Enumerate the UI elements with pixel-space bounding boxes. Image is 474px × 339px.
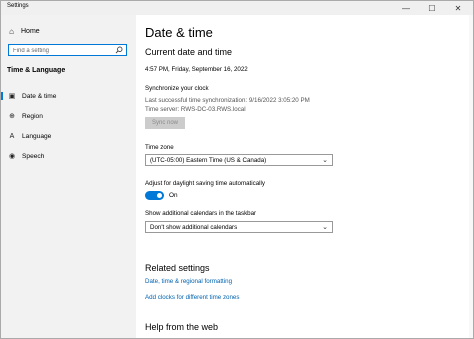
search-input[interactable] xyxy=(13,46,113,55)
title-bar[interactable]: Settings — ☐ ✕ xyxy=(1,1,473,15)
last-sync-text: Last successful time synchronization: 9/… xyxy=(145,97,310,104)
search-icon[interactable] xyxy=(115,46,123,54)
sidebar-item-language[interactable]: A Language xyxy=(1,129,136,143)
daylight-toggle-state: On xyxy=(169,192,178,199)
time-zone-label: Time zone xyxy=(145,144,174,151)
main-content: Date & time Current date and time 4:57 P… xyxy=(136,15,473,338)
sync-heading: Synchronize your clock xyxy=(145,85,209,92)
sidebar-item-date-time[interactable]: ▣ Date & time xyxy=(1,89,136,103)
calendars-label: Show additional calendars in the taskbar xyxy=(145,210,257,217)
related-settings-heading: Related settings xyxy=(145,263,210,273)
current-datetime: 4:57 PM, Friday, September 16, 2022 xyxy=(145,66,248,73)
minimize-icon: — xyxy=(402,3,410,13)
time-server-text: Time server: RWS-DC-03.RWS.local xyxy=(145,106,246,113)
chevron-down-icon: ⌄ xyxy=(322,157,328,164)
language-icon: A xyxy=(9,132,15,140)
minimize-button[interactable]: — xyxy=(393,1,419,15)
help-heading: Help from the web xyxy=(145,322,219,332)
add-clocks-link[interactable]: Add clocks for different time zones xyxy=(145,294,239,301)
calendars-value: Don't show additional calendars xyxy=(150,223,238,231)
calendars-dropdown[interactable]: Don't show additional calendars ⌄ xyxy=(145,221,333,233)
settings-window: Settings — ☐ ✕ ⌂ Home Time & Language ▣ … xyxy=(0,0,474,339)
search-box[interactable] xyxy=(8,44,127,56)
chevron-down-icon: ⌄ xyxy=(322,224,328,231)
toggle-knob xyxy=(157,193,162,198)
home-label: Home xyxy=(21,28,40,35)
sidebar-item-label: Date & time xyxy=(22,92,57,100)
sidebar-item-label: Region xyxy=(22,112,43,120)
close-icon: ✕ xyxy=(454,3,462,13)
sync-now-button[interactable]: Sync now xyxy=(145,117,185,129)
sidebar: ⌂ Home Time & Language ▣ Date & time ⊕ R… xyxy=(1,15,136,338)
globe-icon: ⊕ xyxy=(9,113,15,120)
section-title: Time & Language xyxy=(7,67,66,74)
window-title: Settings xyxy=(7,3,29,9)
home-nav-item[interactable]: ⌂ Home xyxy=(7,27,40,36)
sidebar-item-region[interactable]: ⊕ Region xyxy=(1,109,136,123)
microphone-icon: ◉ xyxy=(8,153,16,160)
close-button[interactable]: ✕ xyxy=(445,1,471,15)
scrollbar[interactable] xyxy=(469,15,473,338)
sidebar-item-label: Speech xyxy=(22,152,45,160)
maximize-icon: ☐ xyxy=(428,3,436,13)
maximize-button[interactable]: ☐ xyxy=(419,1,445,15)
daylight-label: Adjust for daylight saving time automati… xyxy=(145,180,266,187)
date-time-formatting-link[interactable]: Date, time & regional formatting xyxy=(145,278,232,285)
daylight-toggle[interactable] xyxy=(145,191,164,200)
time-zone-value: (UTC-05:00) Eastern Time (US & Canada) xyxy=(150,156,267,164)
sidebar-item-speech[interactable]: ◉ Speech xyxy=(1,149,136,163)
page-title: Date & time xyxy=(145,25,213,40)
calendar-clock-icon: ▣ xyxy=(8,93,16,100)
time-zone-dropdown[interactable]: (UTC-05:00) Eastern Time (US & Canada) ⌄ xyxy=(145,154,333,166)
current-date-heading: Current date and time xyxy=(145,47,233,57)
home-icon: ⌂ xyxy=(9,27,14,36)
sidebar-item-label: Language xyxy=(22,132,52,140)
